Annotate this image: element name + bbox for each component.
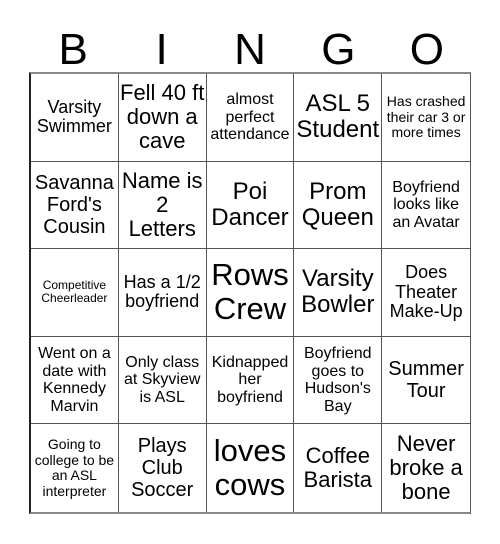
bingo-cell[interactable]: Prom Queen (294, 161, 383, 250)
bingo-cell[interactable]: Varsity Bowler (294, 249, 383, 337)
bingo-cell[interactable]: Varsity Swimmer (31, 74, 119, 162)
bingo-cell[interactable]: ASL 5 Student (294, 74, 383, 162)
header-letter-i: I (155, 25, 168, 74)
bingo-cell[interactable]: Never broke a bone (382, 424, 470, 512)
bingo-cell[interactable]: Summer Tour (382, 337, 470, 425)
bingo-cell[interactable]: Boyfriend looks like an Avatar (382, 162, 470, 250)
bingo-cell[interactable]: Kidnapped her boyfriend (206, 336, 295, 425)
bingo-cell[interactable]: Only class at Skyview is ASL (118, 336, 207, 425)
bingo-cell[interactable]: Competitive Cheerleader (31, 249, 119, 337)
bingo-header: B I N G O (29, 28, 471, 72)
bingo-cell[interactable]: Has a 1/2 boyfriend (118, 249, 207, 337)
bingo-cell[interactable]: Rows Crew (206, 249, 295, 337)
bingo-cell[interactable]: Going to college to be an ASL interprete… (31, 424, 119, 512)
bingo-cell[interactable]: loves cows (207, 424, 295, 512)
bingo-cell[interactable]: Went on a date with Kennedy Marvin (31, 336, 119, 425)
header-letter-b: B (58, 25, 88, 74)
header-letter-n: N (234, 25, 266, 74)
bingo-grid: Varsity Swimmer Fell 40 ft down a cave a… (29, 72, 471, 514)
bingo-cell[interactable]: almost perfect attendance (206, 74, 295, 162)
bingo-cell[interactable]: Poi Dancer (206, 161, 295, 250)
bingo-cell[interactable]: Plays Club Soccer (119, 424, 207, 512)
bingo-cell[interactable]: Boyfriend goes to Hudson's Bay (294, 336, 383, 425)
bingo-cell[interactable]: Savanna Ford's Cousin (31, 161, 119, 250)
bingo-cell[interactable]: Does Theater Make-Up (382, 249, 470, 337)
header-letter-o: O (409, 25, 444, 74)
bingo-cell[interactable]: Fell 40 ft down a cave (118, 74, 207, 162)
bingo-cell[interactable]: Coffee Barista (294, 424, 383, 512)
header-letter-g: G (321, 25, 356, 74)
bingo-cell[interactable]: Has crashed their car 3 or more times (382, 74, 470, 162)
bingo-cell[interactable]: Name is 2 Letters (118, 161, 207, 250)
